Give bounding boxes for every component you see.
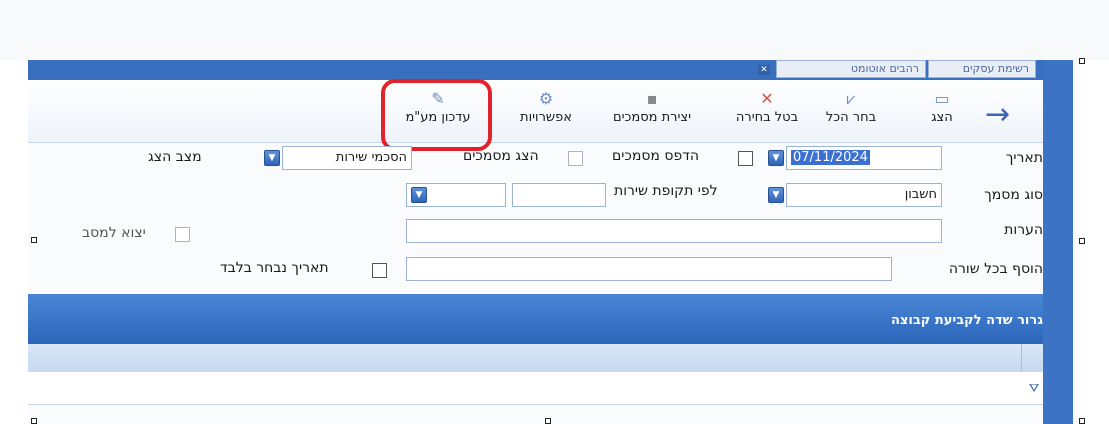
resize-handle[interactable]: [1079, 418, 1085, 424]
tab-business-list[interactable]: רשימת עסקים: [928, 60, 1036, 78]
resize-handle[interactable]: [1079, 58, 1085, 64]
export-label: יצוא למסב: [82, 225, 146, 241]
selected-date-only-checkbox[interactable]: [372, 263, 387, 278]
doc-type-label: סוג מסמך: [984, 187, 1043, 203]
resize-handle[interactable]: [1079, 238, 1085, 244]
options-button[interactable]: ⚙ אפשרויות: [507, 88, 585, 125]
clear-selection-label: בטל בחירה: [735, 110, 799, 125]
create-documents-label: יצירת מסמכים: [612, 110, 692, 125]
add-each-line-label: הוסף בכל שורה: [948, 261, 1043, 277]
create-documents-button[interactable]: ▪ יצירת מסמכים: [598, 88, 706, 125]
select-all-button[interactable]: ⩗ בחר הכל: [815, 88, 887, 125]
select-all-icon: ⩗: [846, 89, 856, 108]
window-side-border: [1043, 60, 1073, 424]
print-docs-checkbox[interactable]: [738, 151, 753, 166]
show-docs-checkbox[interactable]: [568, 151, 583, 166]
select-all-label: בחר הכל: [825, 110, 877, 125]
print-docs-label: הדפס מסמכים: [612, 148, 699, 164]
show-docs-label: הצג מסמכים: [463, 148, 539, 164]
grid-filter-row: [28, 372, 1043, 405]
chevron-down-icon[interactable]: ▼: [768, 150, 784, 166]
desktop-background: [0, 0, 1109, 60]
doc-type-value: חשבון: [904, 187, 937, 202]
selected-date-only-label: תאריך נבחר בלבד: [220, 260, 329, 276]
display-icon: ▭: [934, 89, 950, 108]
resize-handle[interactable]: [31, 237, 37, 243]
doc-type-field[interactable]: חשבון: [786, 183, 942, 207]
notes-field[interactable]: [406, 219, 942, 243]
show-button[interactable]: ▭ הצג: [924, 88, 960, 125]
service-period-label: לפי תקופת שירות: [614, 183, 718, 199]
show-button-label: הצג: [931, 110, 953, 125]
notes-label: הערות: [1004, 222, 1043, 238]
create-docs-icon: ▪: [646, 89, 658, 108]
group-by-hint: גרור שדה לקביעת קבוצה: [890, 313, 1043, 328]
resize-handle[interactable]: [31, 418, 37, 424]
date-field[interactable]: 07/11/2024: [786, 146, 942, 170]
close-icon[interactable]: ✕: [758, 65, 770, 75]
chevron-down-icon[interactable]: ▼: [264, 150, 280, 166]
service-period-field[interactable]: [512, 183, 606, 207]
date-label: תאריך: [1005, 150, 1043, 166]
display-mode-label: מצב הצג: [148, 149, 202, 165]
display-mode-value: הסכמי שירות: [335, 150, 407, 165]
tab-label: רהבים אוטומט: [850, 62, 919, 75]
chevron-down-icon[interactable]: ▼: [768, 187, 784, 203]
tab-label: רשימת עסקים: [962, 62, 1029, 75]
grid-header-row: [28, 344, 1043, 373]
cancel-icon: ✕: [760, 89, 774, 108]
arrow-right-icon[interactable]: →: [985, 100, 1010, 130]
add-each-line-field[interactable]: [406, 257, 892, 281]
display-mode-field[interactable]: הסכמי שירות: [282, 146, 412, 170]
date-value: 07/11/2024: [791, 150, 870, 165]
grid-header-divider: [1021, 344, 1022, 372]
options-label: אפשרויות: [520, 110, 572, 125]
chevron-down-icon[interactable]: ▼: [411, 187, 427, 203]
highlight-annotation: [381, 79, 492, 151]
gear-icon: ⚙: [538, 89, 554, 108]
resize-handle[interactable]: [545, 418, 551, 424]
clear-selection-button[interactable]: ✕ בטל בחירה: [726, 88, 808, 125]
export-checkbox[interactable]: [175, 227, 190, 242]
filter-icon[interactable]: ⛛: [1027, 380, 1041, 396]
tab-automatic[interactable]: רהבים אוטומט: [776, 60, 926, 78]
